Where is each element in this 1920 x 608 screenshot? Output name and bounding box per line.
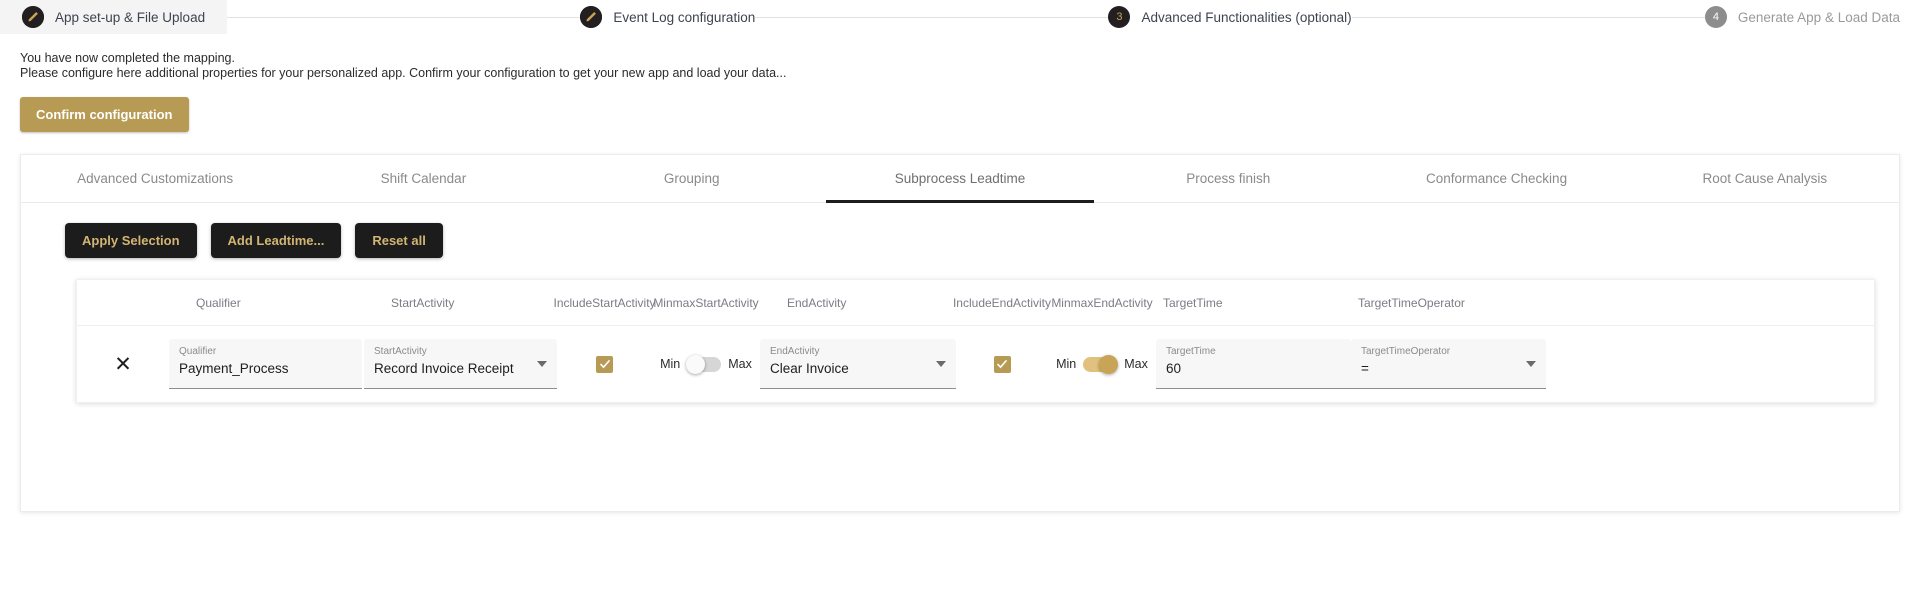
header-end-activity: EndActivity: [787, 295, 847, 310]
leadtime-table: Qualifier StartActivity IncludeStartActi…: [76, 279, 1875, 403]
qualifier-input[interactable]: Qualifier Payment_Process: [169, 339, 362, 389]
header-minmax-start-activity: MinmaxStartActivity: [653, 295, 759, 310]
apply-selection-button[interactable]: Apply Selection: [65, 223, 197, 258]
minmax-end-activity-cell: Min Max: [1048, 354, 1156, 374]
reset-all-button[interactable]: Reset all: [355, 223, 443, 258]
chevron-down-icon[interactable]: [936, 361, 946, 367]
chevron-down-icon[interactable]: [1526, 361, 1536, 367]
minmax-end-toggle[interactable]: [1083, 354, 1119, 374]
step-number-badge: 3: [1108, 6, 1131, 28]
minmax-start-activity-cell: Min Max: [652, 354, 760, 374]
step-advanced-functionalities[interactable]: 3 Advanced Functionalities (optional): [1108, 0, 1352, 34]
header-qualifier: Qualifier: [196, 295, 241, 310]
start-activity-cell: StartActivity Record Invoice Receipt: [364, 339, 557, 389]
include-start-activity-cell: [557, 355, 652, 373]
header-start-activity: StartActivity: [391, 295, 455, 310]
tab-advanced-customizations[interactable]: Advanced Customizations: [21, 155, 289, 202]
minmax-start-toggle[interactable]: [686, 354, 722, 374]
qualifier-input-label: Qualifier: [179, 346, 217, 357]
minmax-end-min-label: Min: [1056, 357, 1077, 371]
step-label-advanced-functionalities: Advanced Functionalities (optional): [1141, 9, 1352, 25]
tab-process-finish[interactable]: Process finish: [1094, 155, 1362, 202]
include-end-activity-checkbox[interactable]: [993, 355, 1011, 373]
target-time-input-value: 60: [1166, 361, 1182, 376]
target-time-input-label: TargetTime: [1166, 346, 1216, 357]
intro-line-2: Please configure here additional propert…: [20, 66, 787, 80]
start-activity-select-value: Record Invoice Receipt: [374, 361, 514, 376]
tab-conformance-checking[interactable]: Conformance Checking: [1362, 155, 1630, 202]
end-activity-select[interactable]: EndActivity Clear Invoice: [760, 339, 956, 389]
target-time-cell: TargetTime 60: [1156, 339, 1351, 389]
minmax-end-toggle-group: Min Max: [1056, 354, 1148, 374]
close-icon[interactable]: ✕: [114, 354, 132, 375]
qualifier-cell: Qualifier Payment_Process: [169, 339, 362, 389]
target-time-input[interactable]: TargetTime 60: [1156, 339, 1351, 389]
qualifier-input-value: Payment_Process: [179, 361, 289, 376]
tab-grouping[interactable]: Grouping: [558, 155, 826, 202]
chevron-down-icon[interactable]: [537, 361, 547, 367]
start-activity-select[interactable]: StartActivity Record Invoice Receipt: [364, 339, 557, 389]
target-time-operator-select[interactable]: TargetTimeOperator =: [1351, 339, 1546, 389]
tab-shift-calendar[interactable]: Shift Calendar: [289, 155, 557, 202]
tab-root-cause-analysis[interactable]: Root Cause Analysis: [1631, 155, 1899, 202]
step-generate-app[interactable]: 4 Generate App & Load Data: [1704, 0, 1920, 34]
table-header-row: Qualifier StartActivity IncludeStartActi…: [77, 280, 1874, 326]
header-include-end-activity: IncludeEndActivity: [952, 295, 1052, 310]
minmax-start-max-label: Max: [728, 357, 752, 371]
step-connector-3: [1351, 16, 1705, 18]
pencil-icon: [22, 6, 44, 28]
tab-subprocess-leadtime[interactable]: Subprocess Leadtime: [825, 155, 1095, 203]
pencil-icon: [580, 6, 603, 28]
action-button-row: Apply Selection Add Leadtime... Reset al…: [21, 203, 1899, 258]
end-activity-cell: EndActivity Clear Invoice: [760, 339, 956, 389]
add-leadtime-button[interactable]: Add Leadtime...: [210, 223, 342, 258]
wizard-stepper: App set-up & File Upload Event Log confi…: [0, 0, 1920, 34]
header-minmax-end-activity: MinmaxEndActivity: [1051, 295, 1153, 310]
include-end-activity-cell: [956, 355, 1048, 373]
confirm-configuration-button[interactable]: Confirm configuration: [20, 97, 189, 132]
tab-bar: Advanced Customizations Shift Calendar G…: [21, 155, 1899, 203]
intro-section: You have now completed the mapping. Plea…: [0, 34, 1920, 81]
target-time-operator-select-label: TargetTimeOperator: [1361, 346, 1451, 357]
minmax-end-max-label: Max: [1124, 357, 1148, 371]
end-activity-select-label: EndActivity: [770, 346, 820, 357]
remove-row-cell: ✕: [77, 354, 169, 375]
header-target-time: TargetTime: [1163, 295, 1223, 310]
toggle-knob: [686, 354, 706, 374]
header-include-start-activity: IncludeStartActivity: [553, 295, 656, 310]
table-row: ✕ Qualifier Payment_Process StartActivit…: [77, 326, 1874, 402]
intro-line-1: You have now completed the mapping.: [20, 51, 235, 65]
step-connector-1: [227, 16, 581, 18]
step-app-setup[interactable]: App set-up & File Upload: [0, 0, 228, 34]
target-time-operator-cell: TargetTimeOperator =: [1351, 339, 1546, 389]
minmax-start-toggle-group: Min Max: [660, 354, 752, 374]
step-event-log[interactable]: Event Log configuration: [580, 0, 755, 34]
step-number-badge: 4: [1704, 6, 1727, 28]
end-activity-select-value: Clear Invoice: [770, 361, 849, 376]
step-label-generate-app: Generate App & Load Data: [1737, 9, 1900, 25]
step-label-event-log: Event Log configuration: [613, 9, 756, 25]
step-label-app-setup: App set-up & File Upload: [55, 9, 206, 25]
toggle-knob: [1099, 354, 1119, 374]
start-activity-select-label: StartActivity: [374, 346, 427, 357]
minmax-start-min-label: Min: [660, 357, 681, 371]
advanced-functionalities-card: Advanced Customizations Shift Calendar G…: [20, 154, 1900, 512]
header-target-time-operator: TargetTimeOperator: [1358, 295, 1465, 310]
target-time-operator-select-value: =: [1361, 361, 1369, 376]
include-start-activity-checkbox[interactable]: [596, 355, 613, 373]
step-connector-2: [755, 16, 1109, 18]
